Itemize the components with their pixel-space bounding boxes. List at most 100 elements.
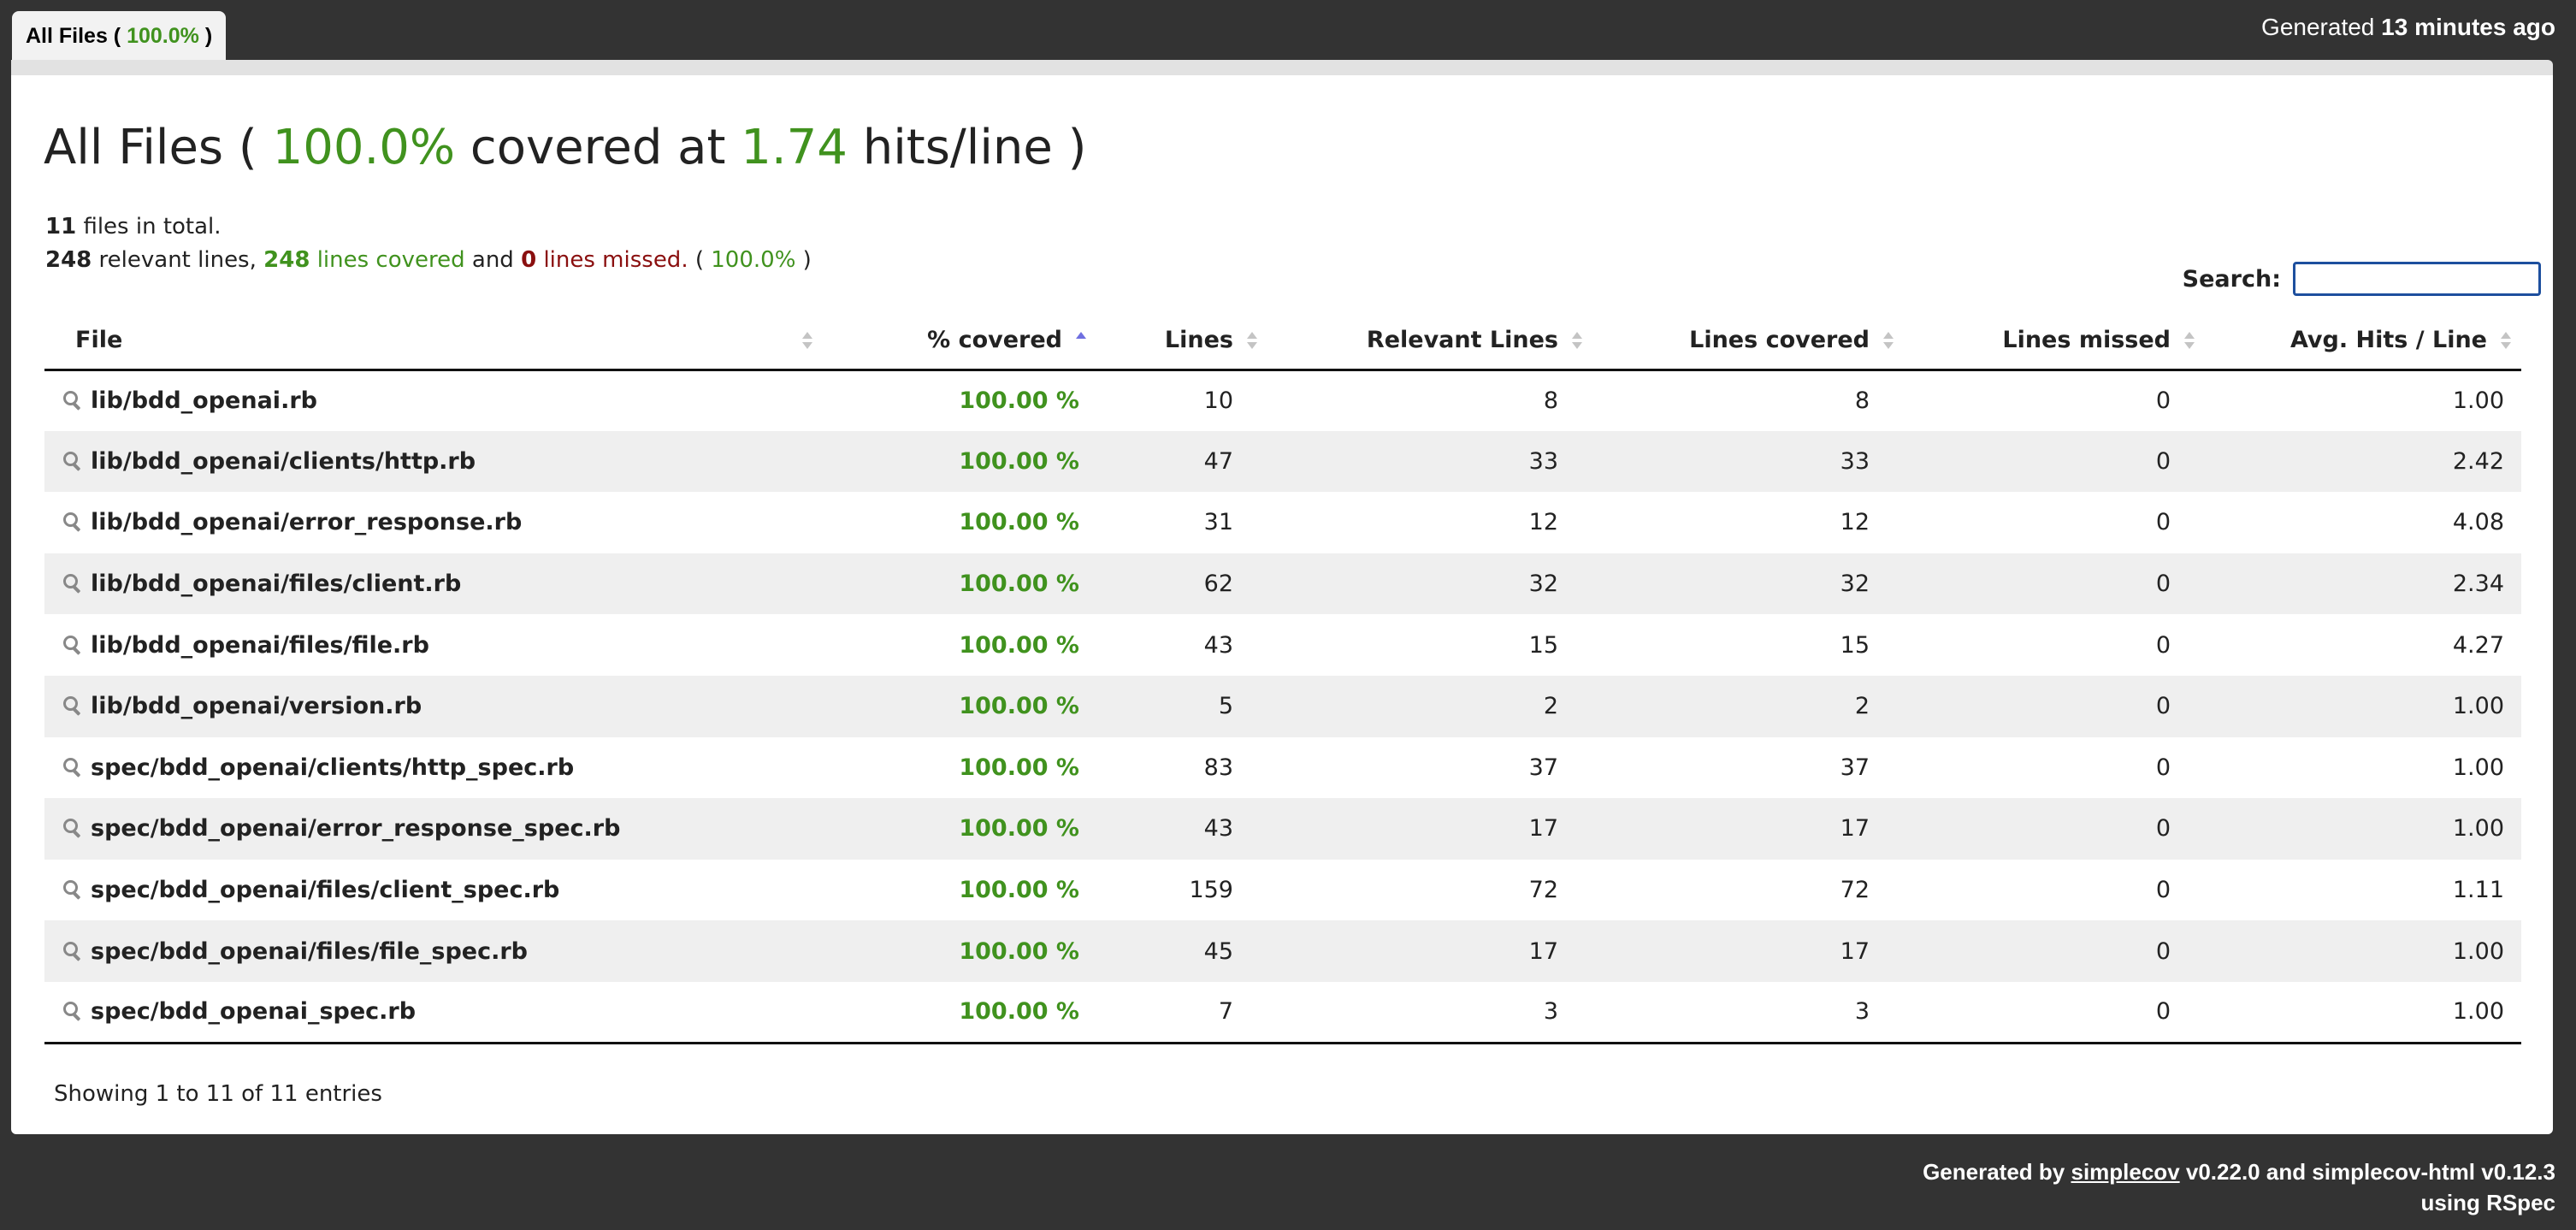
lines-covered-cell: 17 (1592, 920, 1904, 982)
top-bar: All Files ( 100.0% ) Generated 13 minute… (0, 0, 2576, 61)
covered-percent-cell: 100.00 % (959, 631, 1079, 659)
sort-icon (802, 332, 812, 351)
generated-ago: 13 minutes ago (2381, 14, 2555, 40)
lines-covered-cell: 17 (1592, 798, 1904, 860)
covered-percent-cell: 100.00 % (823, 553, 1096, 615)
file-link[interactable]: lib/bdd_openai/clients/http.rb (91, 448, 476, 475)
magnifier-icon (62, 757, 82, 778)
covered-percent-cell: 100.00 % (823, 920, 1096, 982)
summary-percent: 100.0% (711, 247, 796, 273)
search-input[interactable] (2293, 262, 2541, 296)
file-link[interactable]: spec/bdd_openai/clients/http_spec.rb (91, 754, 574, 781)
column-header-lines-missed[interactable]: Lines missed (1904, 311, 2205, 371)
relevant-lines-cell: 8 (1543, 387, 1558, 415)
lines-covered-cell: 3 (1592, 981, 1904, 1045)
column-header-lines-covered[interactable]: Lines covered (1592, 311, 1904, 371)
table-row: spec/bdd_openai/files/client_spec.rb 100.… (44, 860, 2521, 921)
lines-missed-cell: 0 (2155, 631, 2171, 659)
column-header-avg-hits[interactable]: Avg. Hits / Line (2205, 311, 2521, 371)
table-info: Showing 1 to 11 of 11 entries (54, 1081, 382, 1107)
generated-timestamp: Generated 13 minutes ago (2261, 14, 2555, 41)
file-link[interactable]: lib/bdd_openai/files/file.rb (91, 632, 429, 659)
and-text: and (471, 247, 514, 273)
file-link[interactable]: lib/bdd_openai/version.rb (91, 693, 422, 719)
table-row: spec/bdd_openai_spec.rb 100.00 % 7 3 3 0 1.00 (44, 981, 2521, 1045)
column-header-lines[interactable]: Lines (1096, 311, 1267, 371)
lines-missed-cell: 0 (2155, 387, 2171, 415)
table-row: spec/bdd_openai/error_response_spec.rb 10… (44, 798, 2521, 860)
magnifier-icon (62, 635, 82, 655)
avg-hits-cell: 1.00 (2205, 920, 2521, 982)
magnifier-icon (62, 818, 82, 838)
magnifier-icon (62, 390, 82, 411)
lines-missed-cell: 0 (1904, 798, 2205, 860)
column-header-covered[interactable]: % covered (823, 311, 1096, 371)
simplecov-link[interactable]: simplecov (2071, 1159, 2179, 1185)
magnifier-icon (62, 1001, 82, 1021)
sort-icon (2184, 332, 2195, 351)
relevant-count: 248 (45, 247, 92, 273)
magnifier-icon (62, 941, 82, 961)
footer: Generated by simplecov v0.22.0 and simpl… (1923, 1156, 2555, 1218)
relevant-lines-cell: 12 (1528, 509, 1558, 536)
table-header-row: File % covered Lines Relevant Lines Line… (44, 311, 2521, 371)
title-prefix: All Files ( (44, 120, 257, 175)
covered-percent-cell: 100.00 % (823, 981, 1096, 1045)
file-link[interactable]: spec/bdd_openai/error_response_spec.rb (91, 815, 620, 842)
lines-missed-cell: 0 (1904, 920, 2205, 982)
magnifier-icon (62, 879, 82, 900)
relevant-text: relevant lines, (98, 247, 257, 273)
lines-summary-line: 248 relevant lines, 248 lines covered an… (45, 244, 812, 277)
avg-hits-cell: 2.42 (2205, 430, 2521, 493)
open-paren: ( (694, 247, 704, 273)
table-row: lib/bdd_openai/clients/http.rb 100.00 % 47… (44, 430, 2521, 493)
file-cell: lib/bdd_openai/error_response.rb (44, 492, 823, 553)
avg-hits-cell: 1.00 (2205, 981, 2521, 1045)
search-label: Search: (2182, 265, 2281, 293)
covered-count: 248 (263, 247, 310, 273)
lines-cell: 10 (1203, 387, 1233, 415)
tab-label-prefix: All Files ( (26, 24, 121, 48)
file-cell: spec/bdd_openai/error_response_spec.rb (44, 798, 823, 860)
title-middle: covered at (470, 120, 726, 175)
relevant-lines-cell: 17 (1267, 920, 1592, 982)
covered-percent-cell: 100.00 % (823, 430, 1096, 493)
column-header-file[interactable]: File (44, 311, 823, 371)
title-percent: 100.0% (272, 120, 456, 175)
file-cell: spec/bdd_openai/clients/http_spec.rb (44, 737, 823, 799)
files-total-line: 11 files in total. (45, 210, 812, 244)
magnifier-icon (62, 451, 82, 471)
relevant-lines-cell: 3 (1267, 981, 1592, 1045)
tab-label-suffix: ) (204, 24, 213, 48)
lines-covered-cell: 12 (1840, 509, 1870, 536)
footer-line-1: Generated by simplecov v0.22.0 and simpl… (1923, 1156, 2555, 1187)
sort-icon (2501, 332, 2511, 351)
lines-cell: 43 (1096, 798, 1267, 860)
lines-missed-cell: 0 (2155, 877, 2171, 904)
file-link[interactable]: lib/bdd_openai.rb (91, 387, 317, 414)
file-link[interactable]: lib/bdd_openai/files/client.rb (91, 571, 461, 597)
file-link[interactable]: spec/bdd_openai/files/file_spec.rb (91, 938, 528, 965)
avg-hits-cell: 1.00 (2452, 387, 2504, 415)
file-cell: spec/bdd_openai/files/file_spec.rb (44, 920, 823, 982)
file-link[interactable]: spec/bdd_openai_spec.rb (91, 998, 416, 1025)
lines-covered-cell: 32 (1592, 553, 1904, 615)
file-link[interactable]: spec/bdd_openai/files/client_spec.rb (91, 877, 559, 903)
footer-versions: v0.22.0 and simplecov-html v0.12.3 (2185, 1159, 2555, 1185)
lines-covered-cell: 15 (1840, 631, 1870, 659)
title-suffix: hits/line ) (862, 120, 1087, 175)
header-label-covered: % covered (927, 326, 1062, 353)
tab-all-files[interactable]: All Files ( 100.0% ) (12, 11, 227, 61)
relevant-lines-cell: 15 (1528, 631, 1558, 659)
missed-count: 0 (521, 247, 537, 273)
magnifier-icon (62, 695, 82, 716)
header-label-lines: Lines (1164, 326, 1233, 353)
table-row: lib/bdd_openai/error_response.rb 100.00 %… (44, 492, 2521, 553)
table-row: lib/bdd_openai/files/file.rb 100.00 % 43 15… (44, 614, 2521, 676)
lines-cell: 159 (1189, 877, 1233, 904)
header-label-file: File (75, 326, 123, 353)
column-header-relevant-lines[interactable]: Relevant Lines (1267, 311, 1592, 371)
sort-icon (1883, 332, 1894, 351)
file-link[interactable]: lib/bdd_openai/error_response.rb (91, 509, 522, 535)
file-cell: spec/bdd_openai_spec.rb (44, 981, 823, 1045)
